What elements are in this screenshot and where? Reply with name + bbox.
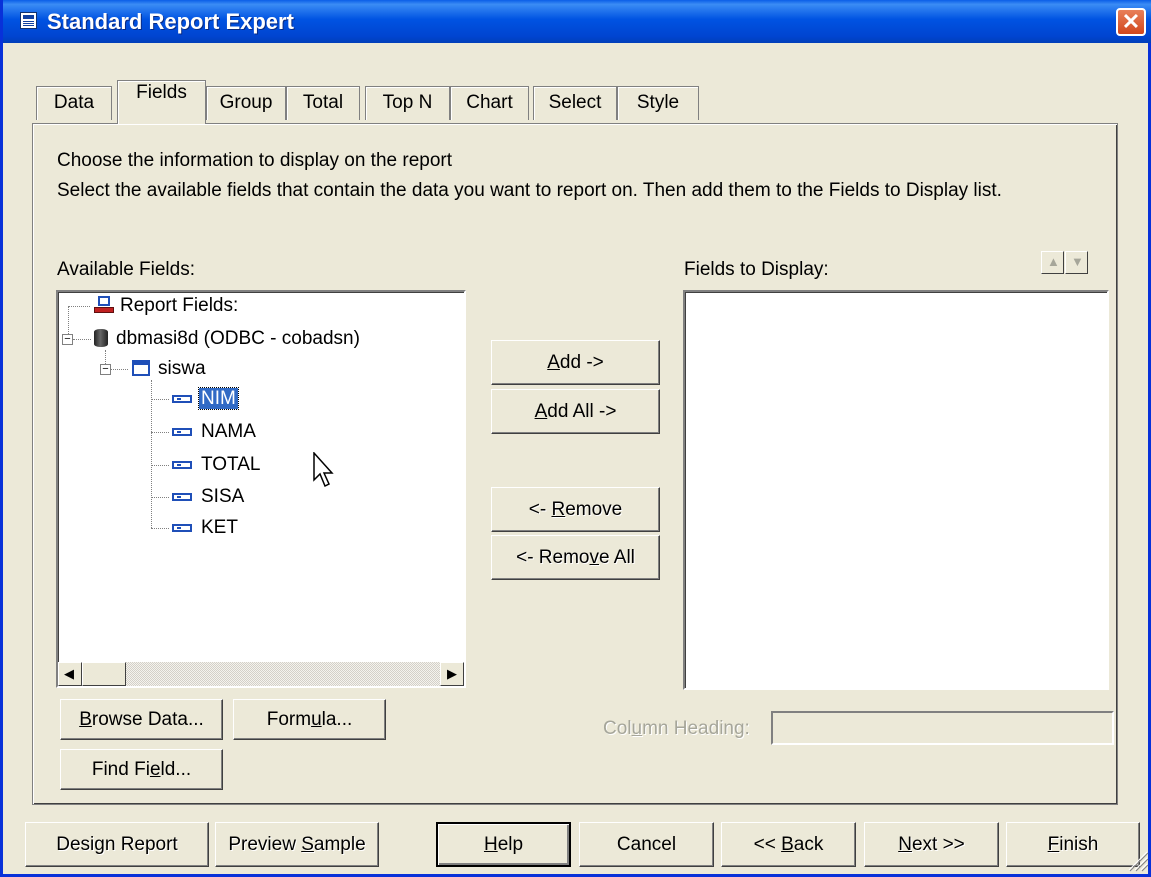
- tab-chart[interactable]: Chart: [450, 86, 529, 120]
- app-icon: [20, 12, 37, 29]
- scroll-left-button[interactable]: ◀: [58, 662, 82, 686]
- formula-button[interactable]: Formula...: [233, 699, 386, 740]
- browse-data-button[interactable]: Browse Data...: [60, 699, 223, 740]
- move-up-button[interactable]: ▲: [1041, 251, 1064, 274]
- database-icon: [94, 329, 108, 347]
- window-title: Standard Report Expert: [47, 9, 294, 34]
- tree-line: [151, 432, 169, 434]
- tab-total[interactable]: Total: [286, 86, 360, 120]
- available-fields-tree[interactable]: Report Fields: − dbmasi8d (ODBC - cobads…: [56, 290, 466, 688]
- title-bar[interactable]: Standard Report Expert ✕: [3, 0, 1151, 43]
- arrow-left-icon: ◀: [64, 666, 74, 681]
- tab-style[interactable]: Style: [617, 86, 699, 120]
- remove-all-button[interactable]: <- Remove All: [491, 535, 660, 580]
- add-button[interactable]: Add ->: [491, 340, 660, 385]
- tree-item-field[interactable]: SISA: [201, 486, 244, 514]
- tree-line: [151, 399, 169, 401]
- move-down-button[interactable]: ▼: [1065, 251, 1088, 274]
- tab-data[interactable]: Data: [36, 86, 112, 120]
- standard-report-expert-window: Standard Report Expert ✕ Data Fields Gro…: [0, 0, 1151, 877]
- add-all-button[interactable]: Add All ->: [491, 389, 660, 434]
- tree-item-field[interactable]: NIM: [198, 387, 239, 416]
- field-icon: [172, 493, 192, 501]
- field-icon: [172, 524, 192, 532]
- column-heading-label: Column Heading:: [603, 718, 750, 739]
- mouse-cursor-icon: [313, 452, 334, 488]
- remove-button[interactable]: <- Remove: [491, 487, 660, 532]
- tree-item-table-siswa[interactable]: siswa: [132, 358, 206, 386]
- fields-to-display-list[interactable]: [683, 290, 1109, 690]
- tree-line: [110, 369, 128, 371]
- arrow-right-icon: ▶: [447, 666, 457, 681]
- cancel-button[interactable]: Cancel: [579, 822, 714, 867]
- collapse-icon[interactable]: −: [100, 364, 111, 375]
- arrow-up-icon: ▲: [1047, 254, 1060, 269]
- next-button[interactable]: Next >>: [864, 822, 999, 867]
- close-icon: ✕: [1121, 9, 1141, 34]
- tree-item-field[interactable]: TOTAL: [201, 454, 260, 482]
- report-fields-icon: [94, 296, 114, 314]
- help-button[interactable]: Help: [436, 822, 571, 867]
- tree-item-field[interactable]: NAMA: [201, 421, 256, 449]
- design-report-button[interactable]: Design Report: [25, 822, 209, 867]
- available-fields-label: Available Fields:: [57, 259, 196, 280]
- scroll-right-button[interactable]: ▶: [440, 662, 464, 686]
- fields-heading: Choose the information to display on the…: [57, 150, 453, 171]
- column-heading-input[interactable]: [771, 711, 1114, 745]
- preview-sample-button[interactable]: Preview Sample: [215, 822, 379, 867]
- fields-instruction: Select the available fields that contain…: [57, 180, 1002, 201]
- fields-to-display-label: Fields to Display:: [684, 259, 829, 280]
- tree-line: [151, 465, 169, 467]
- tree-item-database[interactable]: dbmasi8d (ODBC - cobadsn): [94, 328, 360, 356]
- tab-top-n[interactable]: Top N: [365, 86, 450, 120]
- field-icon: [172, 428, 192, 436]
- tree-item-report-fields[interactable]: Report Fields:: [94, 295, 238, 323]
- back-button[interactable]: << Back: [721, 822, 856, 867]
- tree-line: [68, 306, 90, 308]
- resize-grip-icon[interactable]: [1125, 848, 1149, 872]
- tab-fields[interactable]: Fields: [117, 80, 206, 124]
- arrow-down-icon: ▼: [1071, 254, 1084, 269]
- tab-select[interactable]: Select: [533, 86, 617, 120]
- field-icon: [172, 395, 192, 403]
- collapse-icon[interactable]: −: [62, 334, 73, 345]
- tab-group[interactable]: Group: [206, 86, 286, 120]
- tree-item-field[interactable]: KET: [201, 517, 238, 545]
- find-field-button[interactable]: Find Field...: [60, 749, 223, 790]
- field-icon: [172, 461, 192, 469]
- tree-line: [73, 339, 91, 341]
- tree-line: [151, 497, 169, 499]
- finish-button[interactable]: Finish: [1006, 822, 1140, 867]
- table-icon: [132, 360, 150, 376]
- scroll-thumb[interactable]: [82, 662, 126, 686]
- horizontal-scrollbar[interactable]: ◀ ▶: [58, 662, 464, 686]
- close-button[interactable]: ✕: [1116, 8, 1146, 36]
- tree-line: [151, 528, 169, 530]
- tree-line: [151, 380, 153, 528]
